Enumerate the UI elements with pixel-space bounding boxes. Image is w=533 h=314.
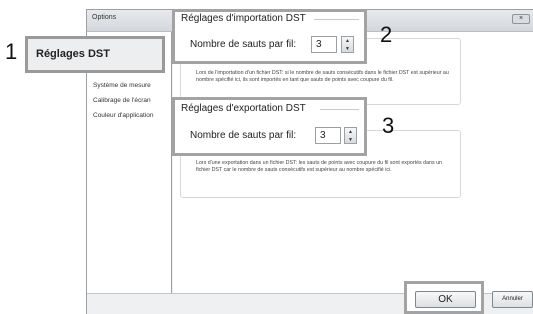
sidebar-item-screen-calibration[interactable]: Calibrage de l'écran bbox=[93, 97, 151, 104]
import-skips-label: Nombre de sauts par fil: bbox=[190, 39, 297, 50]
callout-number-3: 3 bbox=[382, 113, 395, 138]
import-skips-stepper[interactable]: ▲ ▼ bbox=[341, 36, 354, 53]
callout-number-2: 2 bbox=[380, 22, 393, 47]
callout-number-1: 1 bbox=[5, 39, 18, 64]
down-arrow-icon[interactable]: ▼ bbox=[342, 45, 353, 53]
sidebar-item-dst-settings-label: Réglages DST bbox=[36, 48, 110, 60]
import-settings-title: Réglages d'importation DST bbox=[181, 13, 306, 24]
down-arrow-icon[interactable]: ▼ bbox=[345, 136, 356, 144]
close-button[interactable]: × bbox=[512, 14, 530, 24]
export-description: Lors d'une exportation dans un fichier D… bbox=[196, 160, 442, 173]
group-rule bbox=[314, 19, 359, 20]
import-skips-input[interactable]: 3 bbox=[311, 36, 337, 53]
sidebar-item-measurement-system[interactable]: Système de mesure bbox=[93, 82, 151, 89]
up-arrow-icon[interactable]: ▲ bbox=[345, 128, 356, 136]
group-rule bbox=[320, 109, 359, 110]
export-skips-input[interactable]: 3 bbox=[315, 127, 341, 144]
cancel-button[interactable]: Annuler bbox=[492, 291, 533, 308]
ok-button[interactable]: OK bbox=[415, 291, 476, 308]
export-skips-stepper[interactable]: ▲ ▼ bbox=[344, 127, 357, 144]
import-description: Lors de l'importation d'un fichier DST: … bbox=[196, 70, 449, 83]
export-skips-label: Nombre de sauts par fil: bbox=[190, 130, 297, 141]
sidebar-item-application-color[interactable]: Couleur d'application bbox=[93, 112, 154, 119]
export-settings-title: Réglages d'exportation DST bbox=[181, 103, 306, 114]
up-arrow-icon[interactable]: ▲ bbox=[342, 37, 353, 45]
dialog-title: Options bbox=[92, 14, 117, 21]
